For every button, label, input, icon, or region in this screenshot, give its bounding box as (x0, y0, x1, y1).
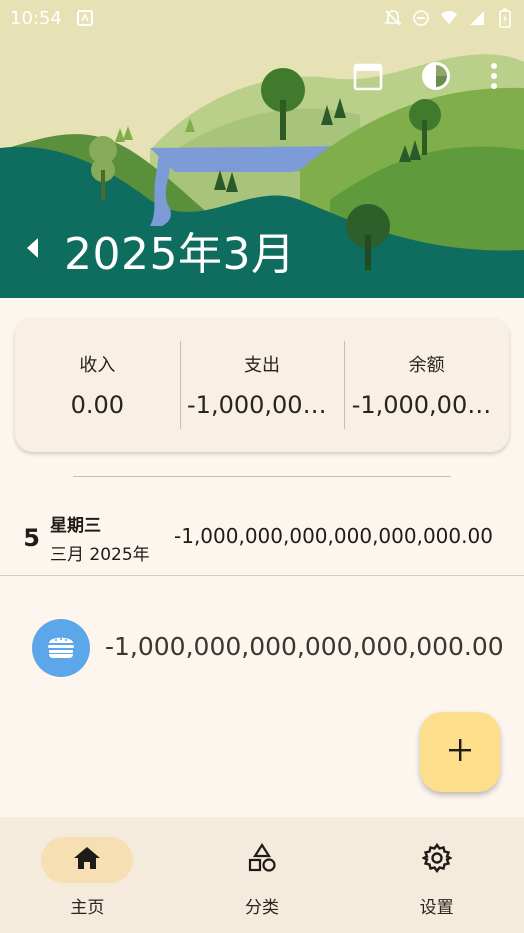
chevron-left-icon (25, 237, 41, 263)
plus-icon (448, 738, 472, 766)
day-meta: 星期三 三月 2025年 (50, 511, 150, 565)
status-bar: 10:54 (0, 0, 524, 36)
more-button[interactable] (484, 58, 504, 98)
bell-off-icon (384, 9, 402, 27)
nav-item-categories[interactable]: 分类 (175, 817, 350, 933)
nav-indicator (216, 837, 308, 883)
income-summary: 收入 0.00 (15, 341, 180, 429)
calendar-icon (352, 60, 384, 96)
home-icon (73, 845, 101, 875)
settings-icon (420, 842, 453, 877)
day-number: 5 (23, 524, 40, 552)
day-total: -1,000,000,000,000,000,000.00 (174, 524, 493, 548)
nav-label-settings: 设置 (419, 898, 454, 918)
nav-item-settings[interactable]: 设置 (349, 817, 524, 933)
nav-label-categories: 分类 (245, 898, 279, 918)
notification-icon (76, 9, 94, 27)
divider (73, 476, 451, 477)
income-label: 收入 (79, 355, 116, 376)
nav-indicator (391, 837, 483, 883)
income-value: 0.00 (70, 391, 125, 419)
transaction-item[interactable]: -1,000,000,000,000,000,000.00 (0, 610, 524, 686)
bottom-navigation: 主页 分类 设置 (0, 817, 524, 933)
expense-label: 支出 (244, 355, 280, 376)
nav-indicator (41, 837, 134, 883)
categories-icon (247, 842, 277, 877)
calendar-button[interactable] (348, 58, 388, 98)
do-not-disturb-icon (412, 9, 430, 27)
day-header: 5 星期三 三月 2025年 -1,000,000,000,000,000,00… (0, 508, 524, 568)
signal-icon (468, 9, 486, 27)
add-transaction-button[interactable] (420, 712, 500, 792)
burger-icon (47, 633, 75, 663)
summary-card: 收入 0.00 支出 -1,000,000... 余额 -1,000,000..… (15, 318, 509, 452)
month-selector: 2025年3月 (20, 218, 295, 282)
expense-value: -1,000,000... (187, 391, 338, 419)
status-time: 10:54 (10, 7, 62, 29)
balance-summary: 余额 -1,000,000... (344, 341, 509, 429)
wifi-icon (440, 9, 458, 27)
balance-label: 余额 (408, 355, 445, 376)
nav-item-home[interactable]: 主页 (0, 817, 175, 933)
pie-chart-icon (420, 60, 452, 96)
divider (0, 575, 524, 576)
balance-value: -1,000,000... (351, 391, 502, 419)
chart-button[interactable] (416, 58, 456, 98)
expense-summary: 支出 -1,000,000... (179, 341, 345, 429)
nav-label-home: 主页 (70, 898, 105, 918)
month-title: 2025年3月 (64, 229, 296, 280)
day-date: 三月 2025年 (50, 545, 150, 565)
previous-month-button[interactable] (20, 237, 46, 263)
category-avatar (32, 619, 90, 677)
more-vert-icon (490, 62, 498, 94)
header-actions (348, 58, 504, 98)
day-weekday: 星期三 (50, 516, 101, 536)
transaction-amount: -1,000,000,000,000,000,000.00 (105, 632, 504, 661)
battery-charging-icon (496, 8, 514, 28)
